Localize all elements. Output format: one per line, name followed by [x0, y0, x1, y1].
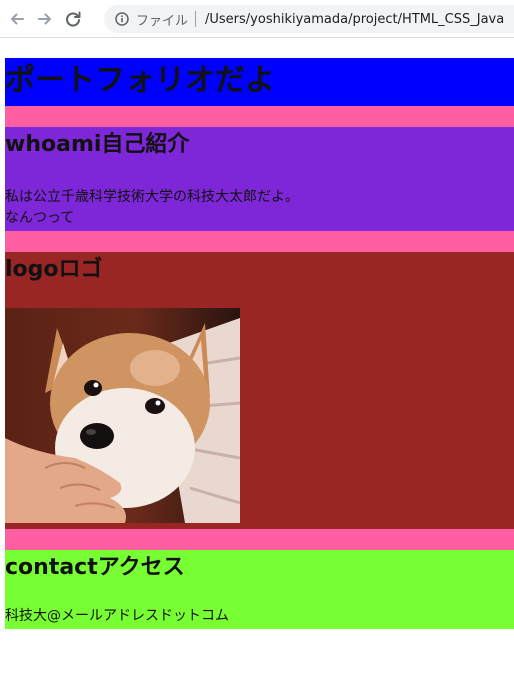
reload-button[interactable]: [62, 8, 84, 30]
contact-section: contactアクセス 科技大@メールアドレスドットコム: [5, 550, 514, 629]
puppy-illustration: [5, 308, 240, 523]
browser-toolbar: ファイル /Users/yoshikiyamada/project/HTML_C…: [0, 0, 514, 38]
back-arrow-icon: [11, 13, 24, 24]
url-text: /Users/yoshikiyamada/project/HTML_CSS_Ja…: [205, 11, 505, 27]
shiba-puppy-image: [5, 308, 240, 523]
contact-heading: contactアクセス: [5, 555, 185, 580]
address-bar[interactable]: ファイル /Users/yoshikiyamada/project/HTML_C…: [104, 5, 514, 33]
address-separator: [195, 11, 197, 27]
logo-section: logoロゴ: [5, 252, 514, 529]
forward-arrow-icon: [38, 13, 51, 24]
back-button[interactable]: [6, 8, 28, 30]
contact-email: 科技大@メールアドレスドットコム: [5, 608, 229, 624]
section-gap: [5, 231, 514, 252]
whoami-line-2: なんつって: [5, 210, 75, 226]
whoami-section: whoami自己紹介 私は公立千歳科学技術大学の科技大太郎だよ。 なんつって: [5, 127, 514, 231]
info-icon[interactable]: [114, 11, 130, 27]
section-gap: [5, 106, 514, 127]
reload-icon: [66, 11, 81, 26]
section-gap: [5, 529, 514, 550]
whoami-heading: whoami自己紹介: [5, 132, 190, 157]
page-content: ポートフォリオだよ whoami自己紹介 私は公立千歳科学技術大学の科技大太郎だ…: [5, 58, 514, 629]
scheme-label: ファイル: [136, 13, 189, 29]
header-section: ポートフォリオだよ: [5, 58, 514, 106]
forward-button[interactable]: [34, 8, 56, 30]
logo-heading: logoロゴ: [5, 257, 103, 282]
page-title: ポートフォリオだよ: [5, 63, 275, 98]
whoami-line-1: 私は公立千歳科学技術大学の科技大太郎だよ。: [5, 189, 299, 205]
